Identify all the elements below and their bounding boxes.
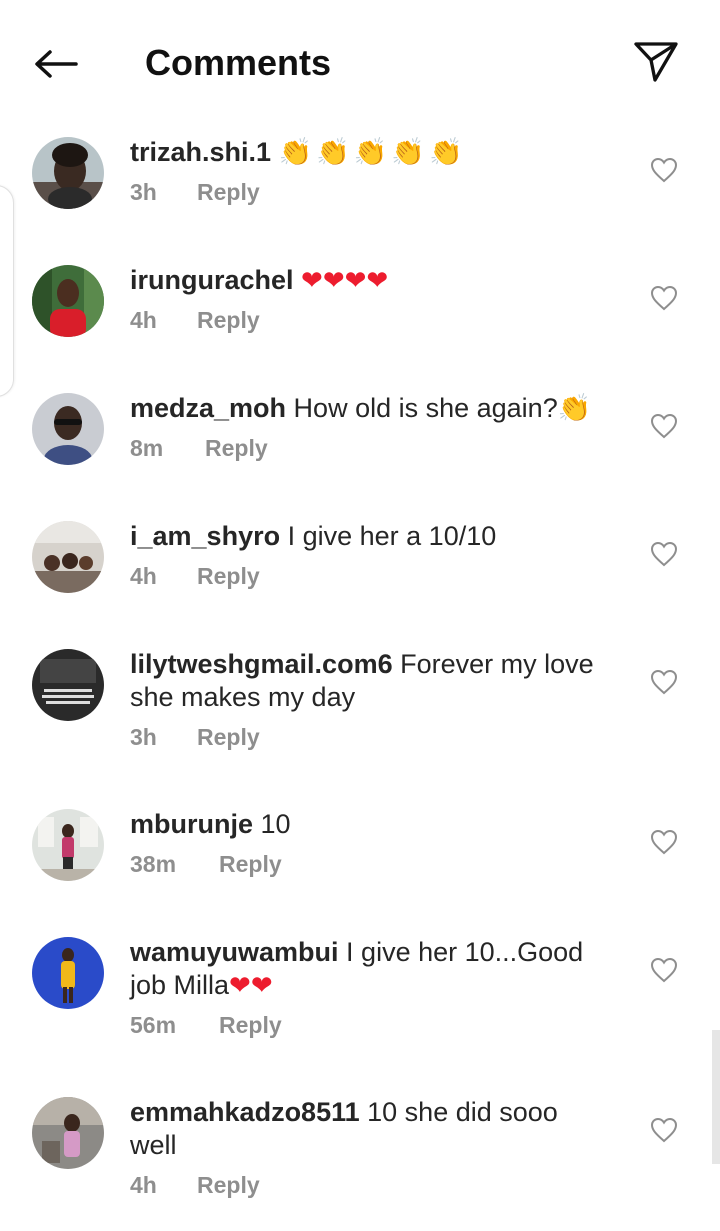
comment-message: I give her a 10/10 bbox=[280, 521, 497, 551]
reply-button[interactable]: Reply bbox=[197, 179, 260, 206]
comment-body: i_am_shyro I give her a 10/10 4h Reply bbox=[130, 520, 600, 590]
comment-time: 8m bbox=[130, 435, 164, 461]
heart-outline-icon[interactable] bbox=[650, 957, 678, 983]
comment-meta: 56m Reply bbox=[130, 1012, 600, 1039]
avatar[interactable] bbox=[32, 265, 104, 337]
comment-text: mburunje 10 bbox=[130, 808, 600, 841]
comment-text: i_am_shyro I give her a 10/10 bbox=[130, 520, 600, 553]
comment-username[interactable]: emmahkadzo8511 bbox=[130, 1097, 360, 1127]
reply-button[interactable]: Reply bbox=[219, 851, 282, 878]
comment-body: medza_moh How old is she again?👏 8m Repl… bbox=[130, 392, 600, 462]
comment-time: 56m bbox=[130, 1012, 177, 1038]
comment-item: lilytweshgmail.com6 Forever my love she … bbox=[0, 636, 720, 796]
comment-meta: 8m Reply bbox=[130, 435, 600, 462]
comment-username[interactable]: irungurachel bbox=[130, 265, 294, 295]
arrow-left-icon bbox=[35, 50, 78, 78]
reply-button[interactable]: Reply bbox=[197, 307, 260, 334]
reply-button[interactable]: Reply bbox=[219, 1012, 282, 1039]
comment-username[interactable]: i_am_shyro bbox=[130, 521, 280, 551]
header: Comments bbox=[0, 0, 720, 124]
comment-item: wamuyuwambui I give her 10...Good job Mi… bbox=[0, 924, 720, 1084]
comment-time: 3h bbox=[130, 179, 157, 205]
comment-text: emmahkadzo8511 10 she did sooo well bbox=[130, 1096, 600, 1162]
comment-username[interactable]: wamuyuwambui bbox=[130, 937, 339, 967]
heart-outline-icon[interactable] bbox=[650, 541, 678, 567]
reply-button[interactable]: Reply bbox=[197, 563, 260, 590]
comment-meta: 4h Reply bbox=[130, 563, 600, 590]
comment-meta: 38m Reply bbox=[130, 851, 600, 878]
heart-outline-icon[interactable] bbox=[650, 285, 678, 311]
comment-body: emmahkadzo8511 10 she did sooo well 4h R… bbox=[130, 1096, 600, 1199]
heart-emoji: ❤❤❤❤ bbox=[301, 265, 389, 295]
comment-item: medza_moh How old is she again?👏 8m Repl… bbox=[0, 380, 720, 508]
heart-outline-icon[interactable] bbox=[650, 157, 678, 183]
comment-body: trizah.shi.1 👏👏👏👏👏 3h Reply bbox=[130, 136, 600, 206]
avatar[interactable] bbox=[32, 521, 104, 593]
comment-time: 4h bbox=[130, 1172, 157, 1198]
comment-username[interactable]: trizah.shi.1 bbox=[130, 137, 271, 167]
avatar[interactable] bbox=[32, 1097, 104, 1169]
comment-body: irungurachel ❤❤❤❤ 4h Reply bbox=[130, 264, 600, 334]
heart-outline-icon[interactable] bbox=[650, 669, 678, 695]
comment-username[interactable]: lilytweshgmail.com6 bbox=[130, 649, 393, 679]
reply-button[interactable]: Reply bbox=[197, 1172, 260, 1199]
avatar[interactable] bbox=[32, 649, 104, 721]
comment-item: irungurachel ❤❤❤❤ 4h Reply bbox=[0, 252, 720, 380]
clap-emoji: 👏👏👏👏👏 bbox=[278, 137, 467, 167]
comment-text: wamuyuwambui I give her 10...Good job Mi… bbox=[130, 936, 600, 1002]
comment-item: i_am_shyro I give her a 10/10 4h Reply bbox=[0, 508, 720, 636]
comment-item: emmahkadzo8511 10 she did sooo well 4h R… bbox=[0, 1084, 720, 1231]
avatar[interactable] bbox=[32, 809, 104, 881]
comment-text: medza_moh How old is she again?👏 bbox=[130, 392, 600, 425]
comment-time: 38m bbox=[130, 851, 177, 877]
scrollbar[interactable] bbox=[712, 1030, 720, 1164]
comment-text: irungurachel ❤❤❤❤ bbox=[130, 264, 600, 297]
comment-meta: 3h Reply bbox=[130, 179, 600, 206]
avatar[interactable] bbox=[32, 393, 104, 465]
page-title: Comments bbox=[145, 42, 332, 83]
comment-time: 3h bbox=[130, 724, 157, 750]
comment-username[interactable]: medza_moh bbox=[130, 393, 286, 423]
heart-outline-icon[interactable] bbox=[650, 413, 678, 439]
heart-emoji: ❤❤ bbox=[229, 970, 273, 1000]
comment-meta: 3h Reply bbox=[130, 724, 600, 751]
paper-plane-icon bbox=[634, 42, 678, 82]
reply-button[interactable]: Reply bbox=[205, 435, 268, 462]
comment-body: lilytweshgmail.com6 Forever my love she … bbox=[130, 648, 600, 751]
avatar[interactable] bbox=[32, 937, 104, 1009]
comment-text: lilytweshgmail.com6 Forever my love she … bbox=[130, 648, 600, 714]
comment-message: 10 bbox=[253, 809, 291, 839]
comment-time: 4h bbox=[130, 307, 157, 333]
heart-outline-icon[interactable] bbox=[650, 829, 678, 855]
share-button[interactable] bbox=[628, 34, 684, 90]
comment-text: trizah.shi.1 👏👏👏👏👏 bbox=[130, 136, 600, 169]
comment-username[interactable]: mburunje bbox=[130, 809, 253, 839]
heart-outline-icon[interactable] bbox=[650, 1117, 678, 1143]
comment-body: mburunje 10 38m Reply bbox=[130, 808, 600, 878]
avatar[interactable] bbox=[32, 137, 104, 209]
comment-meta: 4h Reply bbox=[130, 307, 600, 334]
comment-meta: 4h Reply bbox=[130, 1172, 600, 1199]
clap-emoji: 👏 bbox=[557, 393, 592, 423]
comment-time: 4h bbox=[130, 563, 157, 589]
comment-body: wamuyuwambui I give her 10...Good job Mi… bbox=[130, 936, 600, 1039]
comment-message: How old is she again? bbox=[286, 393, 558, 423]
back-button[interactable] bbox=[30, 40, 82, 88]
comment-item: mburunje 10 38m Reply bbox=[0, 796, 720, 924]
comment-item: trizah.shi.1 👏👏👏👏👏 3h Reply bbox=[0, 124, 720, 252]
reply-button[interactable]: Reply bbox=[197, 724, 260, 751]
